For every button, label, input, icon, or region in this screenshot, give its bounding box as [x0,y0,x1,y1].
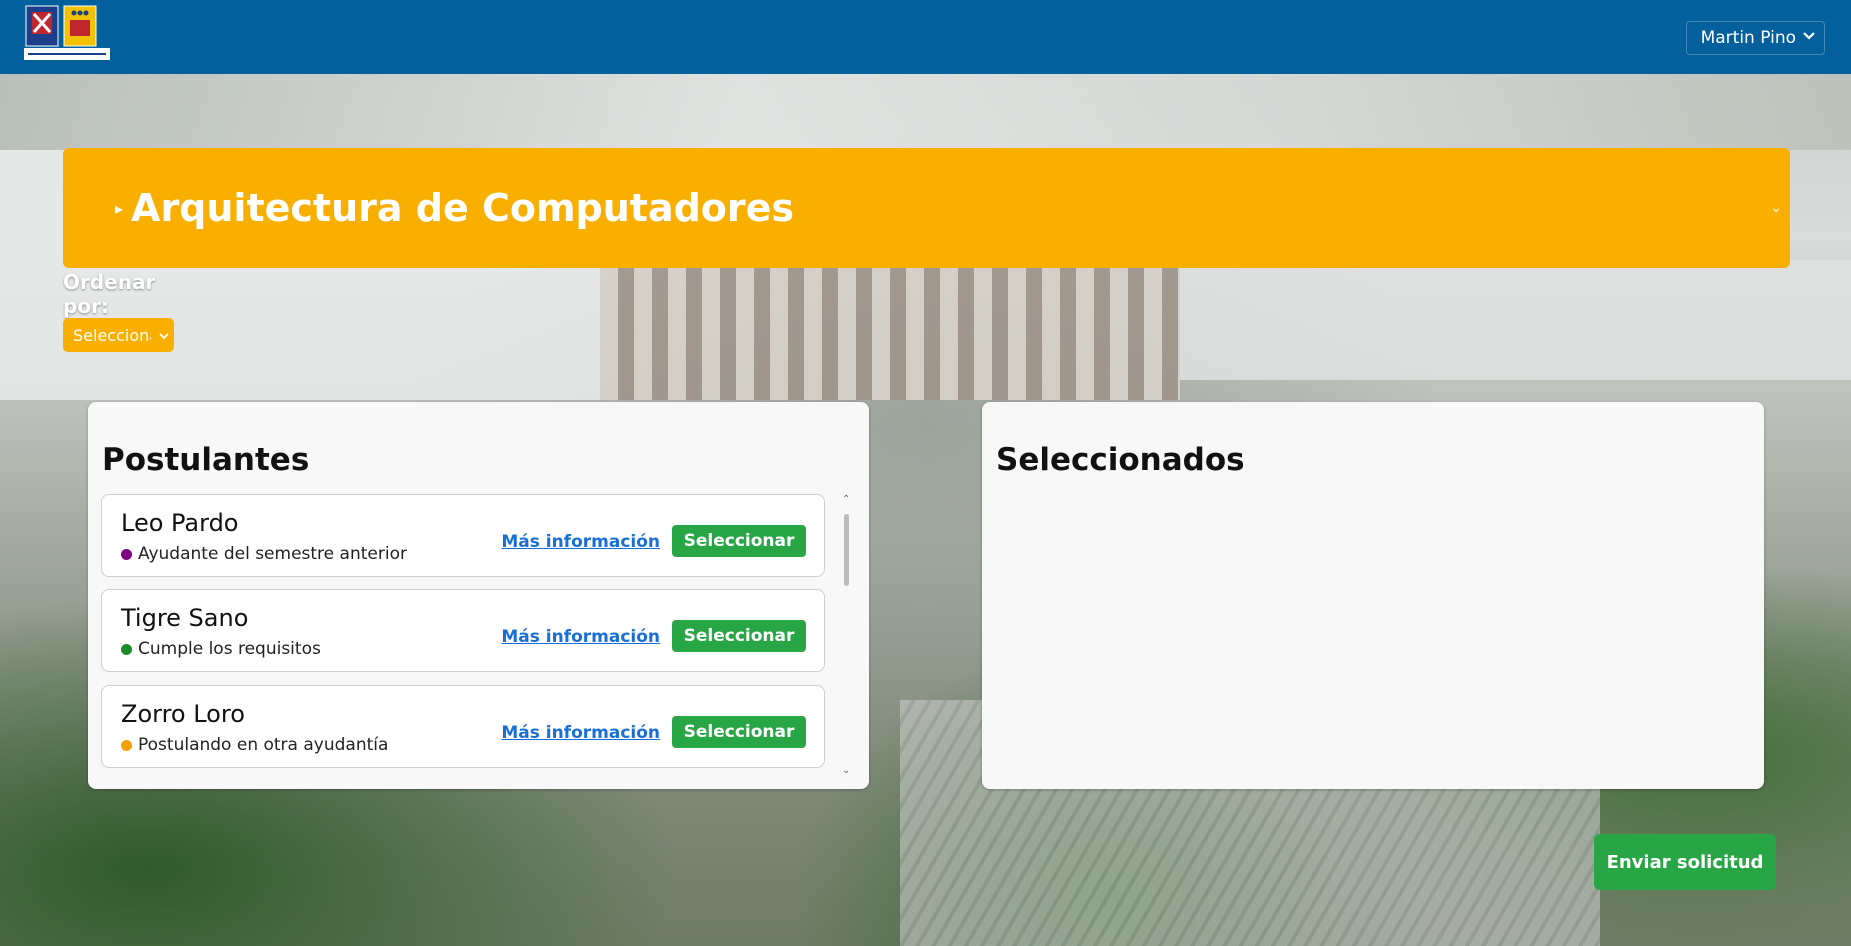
applicant-status: Cumple los requisitos [121,639,321,659]
applicant-card: Leo Pardo Ayudante del semestre anterior… [101,494,825,577]
postulantes-list: Leo Pardo Ayudante del semestre anterior… [101,494,839,776]
applicant-status: Postulando en otra ayudantía [121,735,388,755]
list-scrollbar[interactable]: ⌃ ⌄ [840,494,854,776]
send-request-button[interactable]: Enviar solicitud [1594,834,1776,890]
select-button[interactable]: Seleccionar [672,716,806,748]
applicant-status-text: Postulando en otra ayudantía [138,735,389,755]
select-button[interactable]: Seleccionar [672,525,806,557]
user-name: Martin Pino [1700,28,1796,48]
postulantes-panel: Postulantes Leo Pardo Ayudante del semes… [88,402,869,789]
sort-select-value: Seleccionar [73,325,151,345]
scrollbar-thumb[interactable] [844,514,849,586]
scroll-up-icon[interactable]: ⌃ [842,494,850,505]
user-menu-button[interactable]: Martin Pino [1685,21,1825,55]
course-title: Arquitectura de Computadores [131,186,795,230]
status-dot-icon [121,548,132,560]
triangle-right-icon: ▸ [115,198,124,218]
more-info-link[interactable]: Más información [501,723,660,743]
scroll-down-icon[interactable]: ⌄ [842,765,850,776]
background-building-right [1180,260,1851,380]
select-button[interactable]: Seleccionar [672,620,806,652]
applicant-name: Leo Pardo [121,509,239,537]
applicant-name: Zorro Loro [121,700,245,728]
seleccionados-panel: Seleccionados [982,402,1764,789]
postulantes-title: Postulantes [102,442,310,478]
applicant-card: Zorro Loro Postulando en otra ayudantía … [101,685,825,768]
course-header-collapsible[interactable]: ▸ Arquitectura de Computadores ⌄ [63,148,1790,268]
background-building-columns [600,250,1180,400]
background-campus-photo [0,74,1851,150]
applicant-card: Tigre Sano Cumple los requisitos Más inf… [101,589,825,672]
chevron-down-icon [1802,28,1816,48]
more-info-link[interactable]: Más información [501,627,660,647]
chevron-down-icon: ⌄ [1770,200,1782,216]
applicant-status-text: Ayudante del semestre anterior [138,544,407,564]
sort-label: Ordenar por: [63,270,156,318]
sort-select[interactable]: Seleccionar [63,318,174,352]
applicant-status-text: Cumple los requisitos [138,639,321,659]
status-dot-icon [121,739,132,751]
applicant-name: Tigre Sano [121,604,249,632]
top-navbar: Martin Pino [0,0,1851,74]
seleccionados-title: Seleccionados [996,442,1245,478]
university-logo[interactable] [24,4,110,64]
chevron-down-icon [158,327,170,340]
applicant-status: Ayudante del semestre anterior [121,544,407,564]
more-info-link[interactable]: Más información [501,532,660,552]
status-dot-icon [121,643,132,655]
